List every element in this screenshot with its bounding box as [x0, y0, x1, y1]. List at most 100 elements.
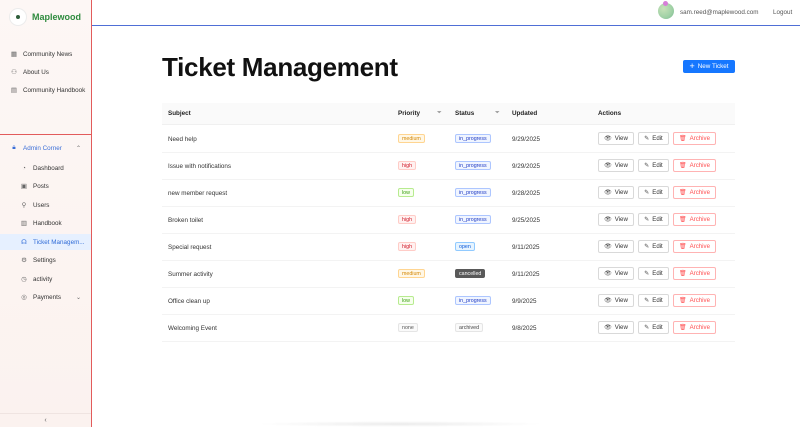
updated-date: 9/11/2025 — [512, 244, 540, 251]
sidebar-item-posts[interactable]: ▣ Posts — [0, 178, 91, 194]
edit-button[interactable]: ✎ Edit — [638, 132, 669, 145]
archive-icon: 🗑︎ — [679, 271, 687, 277]
ticket-subject: Special request — [168, 244, 212, 251]
eye-icon: 👁︎ — [604, 217, 612, 223]
sidebar-item-ticket-management[interactable]: ☊ Ticket Managem... — [0, 234, 91, 250]
sidebar-item-dashboard[interactable]: ◔ Dashboard — [0, 160, 91, 176]
status-badge: in_progress — [455, 134, 491, 143]
sidebar-item-community-handbook[interactable]: ▤ Community Handbook — [0, 82, 91, 98]
priority-badge: high — [398, 215, 417, 224]
sidebar-item-label: Ticket Managem... — [33, 238, 85, 246]
archive-icon: 🗑︎ — [679, 298, 687, 304]
updated-date: 9/9/2025 — [512, 298, 537, 305]
sidebar: Maplewood ▦ Community News ⚇ About Us ▤ … — [0, 0, 92, 427]
edit-button[interactable]: ✎ Edit — [638, 294, 669, 307]
gear-icon: ⚙ — [21, 257, 27, 264]
archive-button[interactable]: 🗑︎ Archive — [673, 321, 716, 334]
sidebar-item-payments[interactable]: ◎ Payments ⌄ — [0, 289, 91, 305]
sidebar-item-label: Posts — [33, 182, 49, 190]
logo-icon — [10, 9, 26, 25]
column-header-priority[interactable]: Priority — [398, 110, 420, 117]
top-bar: sam.reed@maplewood.com Logout — [92, 0, 800, 26]
user-icon: ⚲ — [21, 202, 27, 209]
new-ticket-button[interactable]: + New Ticket — [683, 60, 735, 73]
sidebar-item-label: Community Handbook — [23, 86, 86, 94]
sidebar-item-users[interactable]: ⚲ Users — [0, 197, 91, 213]
new-ticket-label: New Ticket — [697, 63, 729, 70]
edit-button[interactable]: ✎ Edit — [638, 321, 669, 334]
archive-button[interactable]: 🗑︎ Archive — [673, 186, 716, 199]
table-row[interactable]: Office clean up low in_progress 9/9/2025… — [162, 288, 735, 315]
table-row[interactable]: Special request high open 9/11/2025 👁︎ Vi… — [162, 234, 735, 261]
edit-button[interactable]: ✎ Edit — [638, 186, 669, 199]
table-row[interactable]: Need help medium in_progress 9/29/2025 👁… — [162, 126, 735, 153]
scroll-shadow — [255, 421, 545, 427]
edit-label: Edit — [652, 135, 663, 142]
archive-button[interactable]: 🗑︎ Archive — [673, 132, 716, 145]
edit-button[interactable]: ✎ Edit — [638, 213, 669, 226]
pencil-icon: ✎ — [644, 217, 650, 223]
table-header: Subject Priority ⏷ Status ⏷ Updated Acti… — [162, 103, 735, 125]
column-header-status[interactable]: Status — [455, 110, 474, 117]
sidebar-item-about-us[interactable]: ⚇ About Us — [0, 64, 91, 80]
eye-icon: 👁︎ — [604, 190, 612, 196]
pencil-icon: ✎ — [644, 190, 650, 196]
column-header-updated[interactable]: Updated — [512, 110, 537, 117]
sidebar-item-handbook[interactable]: ▥ Handbook — [0, 215, 91, 231]
archive-button[interactable]: 🗑︎ Archive — [673, 294, 716, 307]
table-row[interactable]: Issue with notifications high in_progres… — [162, 153, 735, 180]
table-row[interactable]: Welcoming Event none archived 9/8/2025 👁… — [162, 315, 735, 342]
payments-icon: ◎ — [21, 294, 27, 301]
sidebar-group-admin-corner[interactable]: 🔒︎ Admin Corner ⌃ — [0, 140, 91, 156]
sidebar-item-label: Payments — [33, 293, 61, 301]
view-button[interactable]: 👁︎ View — [598, 132, 634, 145]
filter-icon[interactable]: ⏷ — [495, 110, 500, 117]
posts-icon: ▣ — [20, 183, 28, 190]
view-button[interactable]: 👁︎ View — [598, 159, 634, 172]
view-button[interactable]: 👁︎ View — [598, 321, 634, 334]
edit-label: Edit — [652, 216, 663, 223]
sidebar-collapse-button[interactable]: ‹ — [0, 413, 91, 427]
chevron-up-icon: ⌃ — [75, 145, 81, 152]
edit-button[interactable]: ✎ Edit — [638, 159, 669, 172]
edit-button[interactable]: ✎ Edit — [638, 267, 669, 280]
archive-button[interactable]: 🗑︎ Archive — [673, 213, 716, 226]
archive-button[interactable]: 🗑︎ Archive — [673, 267, 716, 280]
status-badge: open — [455, 242, 475, 251]
view-label: View — [614, 324, 628, 331]
view-label: View — [614, 297, 628, 304]
lock-icon: 🔒︎ — [12, 144, 16, 151]
view-button[interactable]: 👁︎ View — [598, 240, 634, 253]
priority-badge: medium — [398, 269, 425, 278]
brand[interactable]: Maplewood — [0, 0, 91, 34]
edit-label: Edit — [652, 243, 663, 250]
archive-icon: 🗑︎ — [679, 244, 687, 250]
eye-icon: 👁︎ — [604, 163, 612, 169]
table-row[interactable]: Summer activity medium cancelled 9/11/20… — [162, 261, 735, 288]
sidebar-item-activity[interactable]: ◷ activity — [0, 271, 91, 287]
archive-icon: 🗑︎ — [679, 217, 687, 223]
view-button[interactable]: 👁︎ View — [598, 186, 634, 199]
people-icon: ⚇ — [11, 69, 17, 76]
view-button[interactable]: 👁︎ View — [598, 294, 634, 307]
edit-button[interactable]: ✎ Edit — [638, 240, 669, 253]
priority-badge: high — [398, 161, 417, 170]
archive-label: Archive — [689, 324, 710, 331]
archive-button[interactable]: 🗑︎ Archive — [673, 159, 716, 172]
logout-link[interactable]: Logout — [773, 9, 792, 16]
sidebar-item-settings[interactable]: ⚙ Settings — [0, 252, 91, 268]
filter-icon[interactable]: ⏷ — [437, 110, 442, 117]
view-button[interactable]: 👁︎ View — [598, 267, 634, 280]
avatar[interactable] — [658, 1, 674, 19]
archive-button[interactable]: 🗑︎ Archive — [673, 240, 716, 253]
view-button[interactable]: 👁︎ View — [598, 213, 634, 226]
archive-label: Archive — [689, 162, 710, 169]
ticket-subject: Broken toilet — [168, 217, 204, 224]
table-row[interactable]: Broken toilet high in_progress 9/25/2025… — [162, 207, 735, 234]
sidebar-item-community-news[interactable]: ▦ Community News — [0, 46, 91, 62]
archive-label: Archive — [689, 189, 710, 196]
view-label: View — [614, 270, 628, 277]
column-header-subject[interactable]: Subject — [168, 110, 191, 117]
sidebar-item-label: Handbook — [33, 219, 62, 227]
table-row[interactable]: new member request low in_progress 9/28/… — [162, 180, 735, 207]
